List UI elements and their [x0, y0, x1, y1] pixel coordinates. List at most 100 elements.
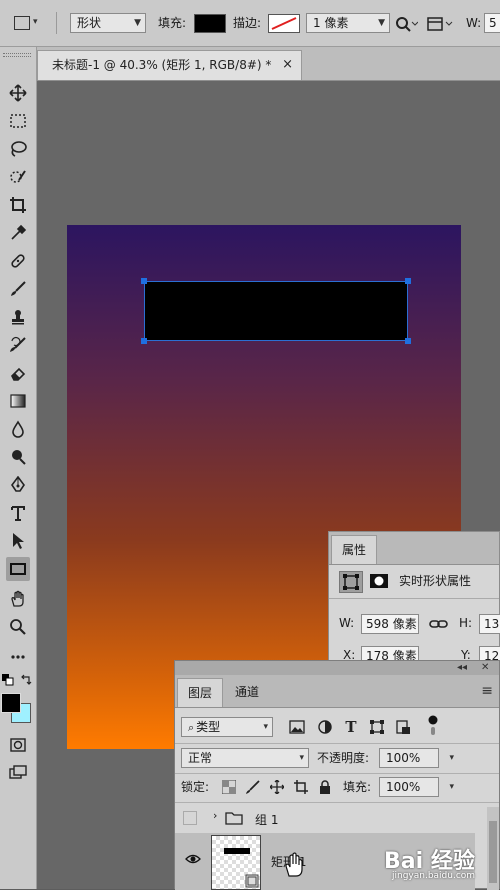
search-icon [396, 17, 419, 32]
opacity-label: 不透明度: [317, 751, 370, 765]
quick-mask-button[interactable] [6, 733, 30, 757]
filter-toggle-switch[interactable] [427, 715, 439, 737]
quick-selection-tool[interactable] [6, 165, 30, 189]
filter-pixel-layers-button[interactable] [289, 719, 305, 735]
eyedropper-tool[interactable] [6, 221, 30, 245]
close-icon[interactable]: × [282, 51, 293, 79]
zoom-icon [10, 619, 26, 635]
blend-mode-select[interactable]: 正常 ▾ [181, 748, 309, 768]
lock-artboard-button[interactable] [293, 779, 309, 795]
width-label: W: [466, 16, 482, 30]
tab-properties[interactable]: 属性 [331, 535, 378, 564]
document-tab[interactable]: 未标题-1 @ 40.3% (矩形 1, RGB/8#) * × [37, 50, 302, 80]
eyedropper-icon [11, 224, 27, 240]
history-brush-icon [10, 336, 26, 352]
link-dimensions-button[interactable] [429, 616, 449, 632]
divider [56, 12, 57, 34]
lasso-tool[interactable] [6, 137, 30, 161]
stroke-width-select[interactable]: 1 像素 ▼ [306, 13, 390, 33]
divider [175, 743, 499, 744]
fill-field[interactable]: 100% ▾ [379, 777, 454, 797]
transform-handle-top-right[interactable] [405, 278, 411, 284]
opacity-field[interactable]: 100% ▾ [379, 748, 454, 768]
shape-height-field[interactable]: 13 [479, 614, 500, 634]
panel-header: ◂◂ ✕ [175, 661, 499, 675]
type-tool[interactable] [6, 501, 30, 525]
lock-position-button[interactable] [269, 779, 285, 795]
gradient-tool[interactable] [6, 389, 30, 413]
stroke-label: 描边: [233, 16, 262, 30]
tab-layers[interactable]: 图层 [177, 678, 224, 707]
bandage-icon [11, 254, 25, 268]
properties-panel: 属性 实时形状属性 W: 598 像素 H: 13 X: 178 像素 Y: 1… [328, 531, 500, 666]
more-icon [11, 655, 25, 659]
close-icon[interactable]: ✕ [481, 661, 489, 675]
hand-tool[interactable] [6, 587, 30, 611]
rectangle-tool[interactable] [6, 557, 30, 581]
tool-preset-picker[interactable]: ▾ [14, 14, 40, 32]
tab-channels[interactable]: 通道 [225, 678, 269, 707]
filter-type-layers-icon[interactable]: T [343, 718, 359, 736]
brush-tool[interactable] [6, 277, 30, 301]
layer-row-group[interactable]: › 组 1 [175, 807, 475, 831]
visibility-toggle[interactable] [183, 811, 197, 825]
default-colors-button[interactable] [2, 674, 14, 686]
quick-selection-icon [10, 170, 26, 183]
layer-filter-select[interactable]: ⌕ 类型 ▾ [181, 717, 273, 737]
history-brush-tool[interactable] [6, 333, 30, 357]
layer-name: 组 1 [255, 813, 279, 827]
foreground-color-swatch[interactable] [1, 693, 21, 713]
stroke-align-button[interactable] [426, 14, 456, 34]
chevron-down-icon: ▾ [449, 753, 454, 763]
crop-tool[interactable] [6, 193, 30, 217]
fill-color-swatch[interactable] [194, 14, 226, 33]
stroke-color-swatch[interactable] [268, 14, 300, 33]
eye-icon[interactable] [185, 853, 201, 865]
stroke-options-button[interactable] [394, 14, 419, 34]
tool-mode-select[interactable]: 形状 ▼ [70, 13, 146, 33]
lock-all-button[interactable] [317, 779, 333, 795]
width-field[interactable]: 5 [484, 13, 500, 33]
lock-image-pixels-button[interactable] [245, 779, 261, 795]
dodge-tool[interactable] [6, 445, 30, 469]
transform-handle-bottom-left[interactable] [141, 338, 147, 344]
chevron-down-icon: ▾ [33, 17, 38, 27]
fill-label: 填充: [343, 780, 372, 794]
filter-shape-layers-button[interactable] [369, 719, 385, 735]
edit-toolbar-button[interactable] [6, 645, 30, 669]
clone-stamp-tool[interactable] [6, 305, 30, 329]
collapse-icon[interactable]: ◂◂ [457, 661, 467, 675]
crop-icon [294, 780, 308, 794]
lock-transparent-pixels-button[interactable] [221, 779, 237, 795]
panel-grip[interactable] [3, 53, 31, 57]
shape-width-field[interactable]: 598 像素 [361, 614, 419, 634]
arrow-pointer-icon [13, 533, 24, 549]
properties-tab-bar: 属性 [329, 532, 499, 565]
chevron-right-icon[interactable]: › [213, 809, 217, 822]
transform-handle-top-left[interactable] [141, 278, 147, 284]
eraser-tool[interactable] [6, 361, 30, 385]
screen-mode-button[interactable] [6, 761, 30, 785]
filter-adjustment-layers-button[interactable] [317, 719, 333, 735]
rectangle-shape[interactable] [144, 281, 408, 341]
zoom-tool[interactable] [6, 615, 30, 639]
pen-tool[interactable] [6, 473, 30, 497]
path-selection-tool[interactable] [6, 529, 30, 553]
marquee-tool[interactable] [6, 109, 30, 133]
folder-icon [225, 812, 243, 825]
stamp-icon [12, 310, 24, 325]
chevron-down-icon: ▼ [378, 18, 385, 28]
link-icon [429, 620, 448, 628]
layer-filter-value: 类型 [196, 720, 221, 734]
healing-brush-tool[interactable] [6, 249, 30, 273]
shape-properties-button[interactable] [339, 571, 363, 593]
mask-properties-button[interactable] [369, 573, 389, 589]
filter-smart-objects-button[interactable] [395, 719, 411, 735]
transform-handle-bottom-right[interactable] [405, 338, 411, 344]
blur-tool[interactable] [6, 417, 30, 441]
swap-colors-button[interactable] [20, 674, 32, 686]
quick-mask-icon [10, 738, 26, 752]
panel-menu-icon[interactable]: ≡ [481, 683, 493, 699]
move-tool[interactable] [6, 81, 30, 105]
hand-cursor-icon [285, 852, 303, 877]
